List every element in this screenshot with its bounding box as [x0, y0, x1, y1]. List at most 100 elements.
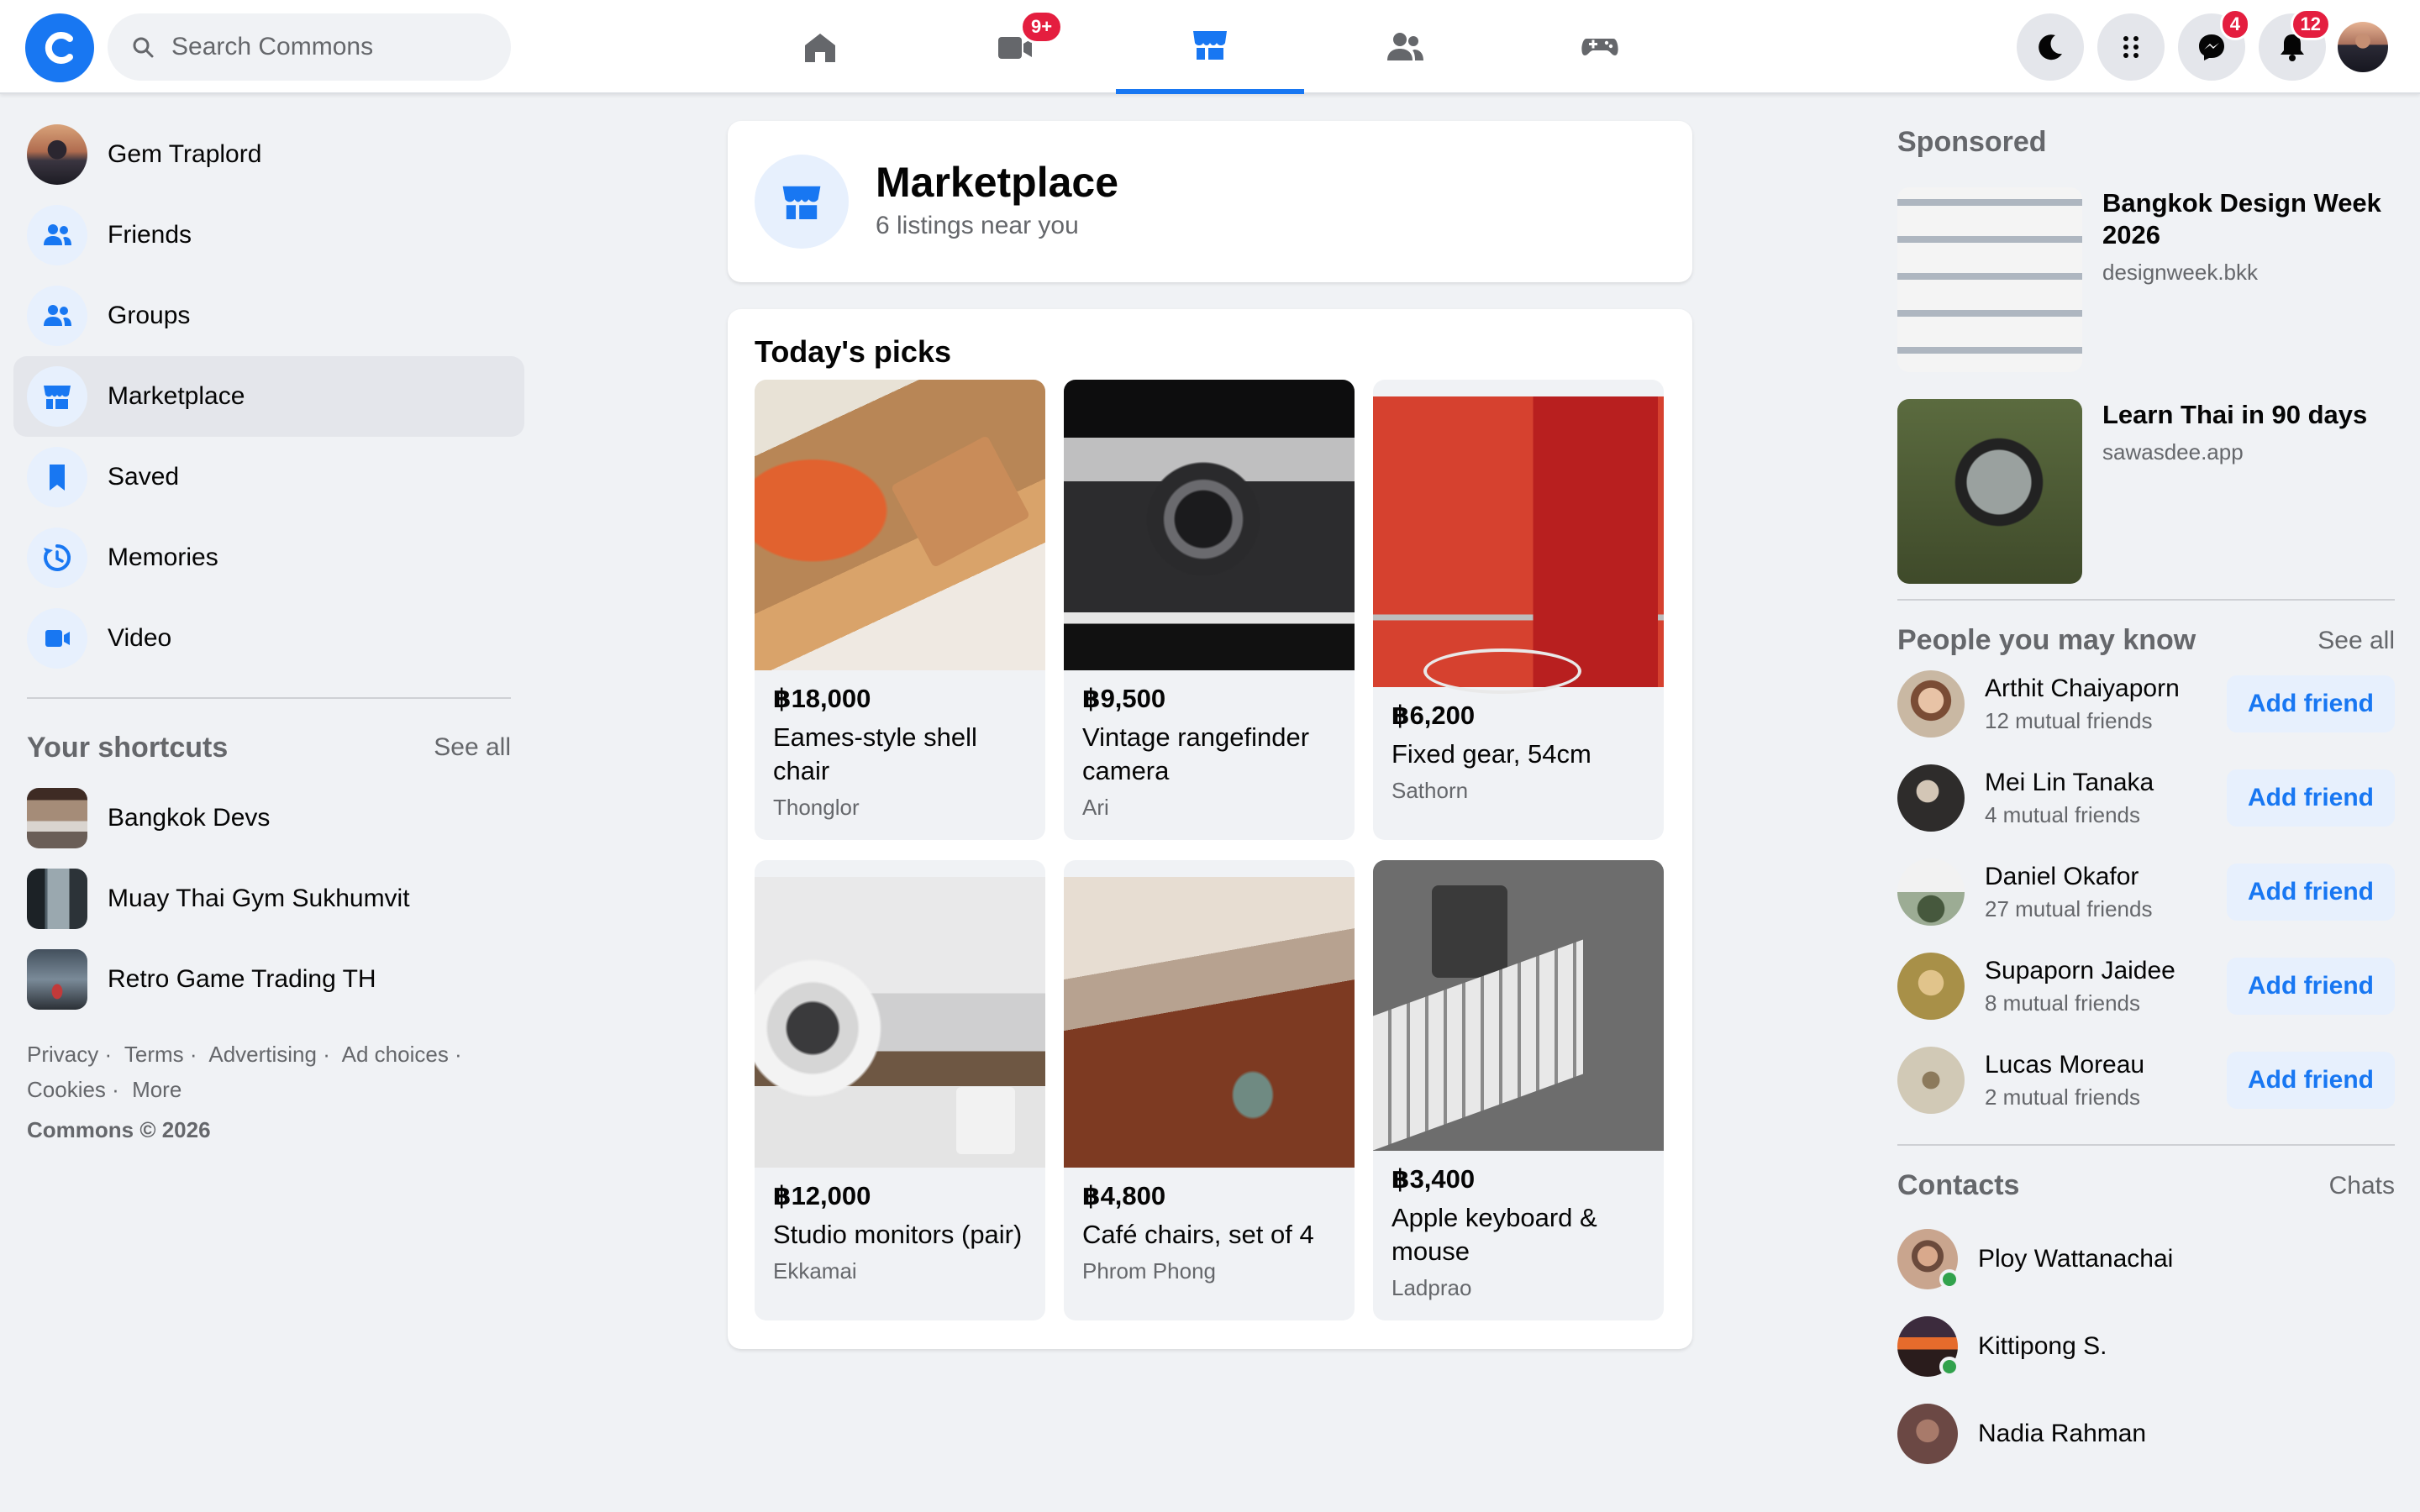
listing-location: Ekkamai [773, 1258, 857, 1284]
person-name[interactable]: Supaporn Jaidee [1985, 957, 2227, 985]
avatar[interactable] [1897, 1047, 1965, 1114]
avatar[interactable] [1897, 670, 1965, 738]
contact-name: Kittipong S. [1978, 1332, 2107, 1360]
shortcuts-see-all-link[interactable]: See all [434, 733, 511, 762]
footer-link-privacy[interactable]: Privacy · [27, 1042, 112, 1067]
marketplace-header-card: Marketplace 6 listings near you [728, 121, 1692, 282]
person-name[interactable]: Lucas Moreau [1985, 1051, 2227, 1079]
commons-logo[interactable] [25, 13, 94, 82]
dark-mode-button[interactable] [2017, 13, 2084, 81]
ad-title: Bangkok Design Week 2026 [2102, 188, 2381, 249]
listing-price: ฿4,800 [1082, 1181, 1166, 1210]
person-suggestion: Arthit Chaiyaporn 12 mutual friends Add … [1897, 657, 2395, 751]
messenger-button[interactable]: 4 [2178, 8, 2250, 81]
listing-price: ฿6,200 [1392, 701, 1476, 730]
menu-button[interactable] [2097, 13, 2165, 81]
shortcut-retro-game-trading[interactable]: Retro Game Trading TH [13, 939, 524, 1020]
pymk-see-all-link[interactable]: See all [2317, 627, 2395, 655]
person-name[interactable]: Mei Lin Tanaka [1985, 769, 2227, 797]
listing-location: Ari [1082, 795, 1109, 820]
footer-link-terms[interactable]: Terms · [124, 1042, 197, 1067]
listing-card[interactable]: ฿6,200 Fixed gear, 54cm Sathorn [1373, 380, 1664, 840]
add-friend-button[interactable]: Add friend [2227, 1052, 2395, 1109]
friends-icon-wrap [27, 205, 87, 265]
avatar [1897, 1404, 1958, 1464]
shortcut-image [27, 869, 87, 929]
footer-link-advertising[interactable]: Advertising · [208, 1042, 330, 1067]
footer-link-ad-choices[interactable]: Ad choices · [342, 1042, 462, 1067]
contact-name: Nadia Rahman [1978, 1420, 2147, 1447]
storefront-icon [44, 386, 71, 409]
listing-location: Thonglor [773, 795, 860, 820]
listing-photo [1064, 380, 1355, 670]
person-name[interactable]: Daniel Okafor [1985, 863, 2227, 891]
messenger-badge: 4 [2219, 8, 2250, 40]
avatar[interactable] [1897, 858, 1965, 926]
listing-card[interactable]: ฿4,800 Café chairs, set of 4 Phrom Phong [1064, 860, 1355, 1320]
sidebar-item-saved[interactable]: Saved [13, 437, 524, 517]
divider [1897, 599, 2395, 601]
add-friend-button[interactable]: Add friend [2227, 769, 2395, 827]
sidebar-item-label: Groups [108, 302, 191, 329]
mutual-friends: 12 mutual friends [1985, 707, 2153, 733]
footer-link-cookies[interactable]: Cookies · [27, 1077, 119, 1102]
chats-link[interactable]: Chats [2329, 1172, 2395, 1200]
shortcut-bangkok-devs[interactable]: Bangkok Devs [13, 778, 524, 858]
footer-links: Privacy · Terms · Advertising · Ad choic… [13, 1037, 484, 1107]
sidebar-item-profile[interactable]: Gem Traplord [13, 114, 524, 195]
contact-name: Ploy Wattanachai [1978, 1245, 2174, 1273]
sidebar-item-friends[interactable]: Friends [13, 195, 524, 276]
sidebar-item-label: Memories [108, 543, 218, 571]
mutual-friends: 2 mutual friends [1985, 1084, 2140, 1110]
nav-tab-gaming[interactable] [1506, 0, 1694, 94]
add-friend-button[interactable]: Add friend [2227, 864, 2395, 921]
left-sidebar: Gem Traplord Friends Groups Marketplace … [13, 114, 524, 1143]
listing-title: Vintage rangefinder camera [1082, 722, 1310, 785]
avatar[interactable] [1897, 953, 1965, 1020]
nav-tab-home[interactable] [726, 0, 914, 94]
shortcut-label: Retro Game Trading TH [108, 965, 376, 993]
search-input[interactable] [171, 33, 491, 61]
nav-tab-friends[interactable] [1311, 0, 1499, 94]
listing-card[interactable]: ฿12,000 Studio monitors (pair) Ekkamai [755, 860, 1045, 1320]
grid-menu-icon [2123, 36, 2139, 58]
nav-tab-video[interactable]: 9+ [921, 0, 1109, 94]
listing-title: Café chairs, set of 4 [1082, 1220, 1314, 1249]
person-name[interactable]: Arthit Chaiyaporn [1985, 675, 2227, 703]
contact-item[interactable]: Kittipong S. [1897, 1303, 2395, 1390]
avatar[interactable] [1897, 764, 1965, 832]
listing-title: Studio monitors (pair) [773, 1220, 1023, 1249]
friends-icon [44, 224, 71, 245]
nav-tab-marketplace[interactable] [1116, 0, 1304, 94]
sidebar-item-video[interactable]: Video [13, 598, 524, 679]
todays-picks-card: Today's picks ฿18,000 Eames-style shell … [728, 309, 1692, 1349]
profile-avatar[interactable] [2338, 22, 2388, 72]
contact-item[interactable]: Nadia Rahman [1897, 1390, 2395, 1478]
storefront-icon [782, 186, 821, 219]
sidebar-item-groups[interactable]: Groups [13, 276, 524, 356]
sponsored-ad[interactable]: Learn Thai in 90 days sawasdee.app [1897, 399, 2395, 584]
video-badge: 9+ [1020, 10, 1064, 44]
section-title: Today's picks [755, 334, 951, 369]
mutual-friends: 8 mutual friends [1985, 990, 2140, 1016]
listing-card[interactable]: ฿9,500 Vintage rangefinder camera Ari [1064, 380, 1355, 840]
shortcut-muay-thai-gym[interactable]: Muay Thai Gym Sukhumvit [13, 858, 524, 939]
search-icon [133, 37, 154, 58]
pymk-title: People you may know [1897, 624, 2196, 656]
footer-link-more[interactable]: More [132, 1077, 182, 1102]
sponsored-title: Sponsored [1897, 126, 2047, 158]
search-bar[interactable] [108, 13, 511, 81]
listing-card[interactable]: ฿3,400 Apple keyboard & mouse Ladprao [1373, 860, 1664, 1320]
sidebar-item-memories[interactable]: Memories [13, 517, 524, 598]
top-bar: 9+ 4 12 [0, 0, 2420, 94]
contacts-title: Contacts [1897, 1169, 2020, 1201]
add-friend-button[interactable]: Add friend [2227, 675, 2395, 732]
sidebar-item-marketplace[interactable]: Marketplace [13, 356, 524, 437]
page-title: Marketplace [876, 159, 1119, 206]
listing-card[interactable]: ฿18,000 Eames-style shell chair Thonglor [755, 380, 1045, 840]
notifications-button[interactable]: 12 [2259, 8, 2331, 81]
copyright: Commons © 2026 [27, 1117, 211, 1142]
add-friend-button[interactable]: Add friend [2227, 958, 2395, 1015]
contact-item[interactable]: Ploy Wattanachai [1897, 1215, 2395, 1303]
sponsored-ad[interactable]: Bangkok Design Week 2026 designweek.bkk [1897, 187, 2395, 372]
